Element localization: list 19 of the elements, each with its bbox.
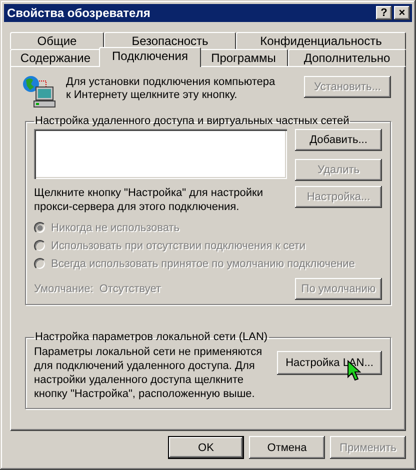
dialog-button[interactable]: Отмена [249, 436, 325, 459]
computer-globe-icon [22, 75, 56, 109]
lan-text: Параметры локальной сети не применяются для подключений удаленного доступа. Для настройки удаленного доступа щелкните кнопку "Настройка", расположенную выше. [34, 345, 264, 401]
title-bar-button[interactable]: × [394, 6, 410, 20]
title-bar-button[interactable]: ? [376, 6, 392, 20]
tab[interactable]: Конфиденциальность [236, 32, 406, 49]
window-title: Свойства обозревателя [7, 6, 150, 20]
setup-text: Для установки подключения компьютера к Интернету щелкните эту кнопку. [66, 75, 276, 102]
connections-list[interactable] [34, 129, 287, 179]
proxy-text: Щелкните кнопку "Настройка" для настройки прокси-сервера для этого подключения. [34, 186, 264, 214]
tab[interactable]: Программы [199, 49, 288, 66]
tab[interactable]: Дополнительно [288, 49, 406, 66]
default-label: Умолчание: [34, 283, 94, 295]
default-value: Отсутствует [99, 283, 162, 295]
dialog-button[interactable]: OK [168, 436, 244, 459]
list-button[interactable]: Добавить... [295, 129, 382, 151]
tab[interactable]: Подключения [99, 47, 201, 67]
group-title: Настройка параметров локальной сети (LAN) [34, 331, 269, 343]
group-title: Настройка удаленного доступа и виртуальных частных сетей [34, 115, 350, 127]
